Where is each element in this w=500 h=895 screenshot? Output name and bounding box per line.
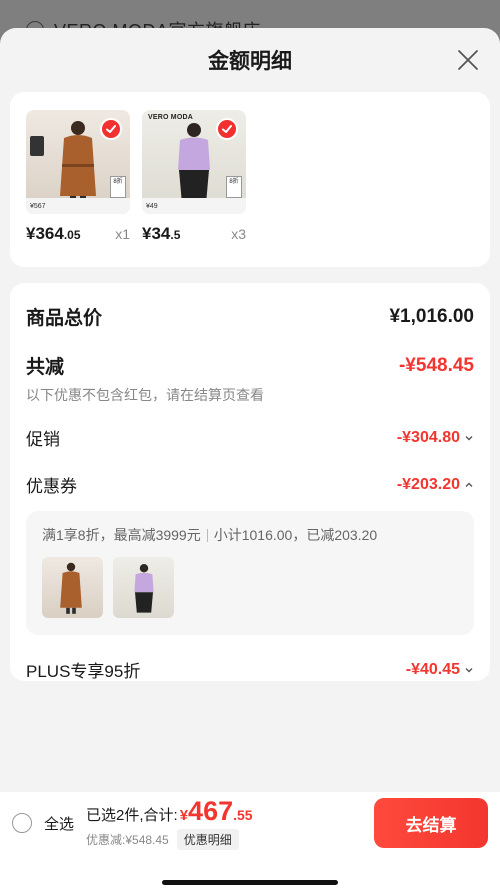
- reduce-note: 以下优惠不包含红包，请在结算页查看: [26, 387, 264, 403]
- check-icon[interactable]: [100, 118, 122, 140]
- sheet-header: 金额明细: [0, 28, 500, 92]
- plus-discount-value: -¥40.45: [406, 661, 474, 679]
- plus-discount-label: PLUS专享95折: [26, 662, 141, 681]
- home-indicator[interactable]: [162, 880, 338, 885]
- total-block: 已选2件,合计: ¥ 467 .55 优惠减:¥548.45 优惠明细: [86, 796, 253, 850]
- promotion-row[interactable]: 促销 -¥304.80: [26, 425, 474, 450]
- chevron-up-icon[interactable]: [464, 480, 474, 490]
- products-card: 8折 ¥567 ¥364.05 x1 VERO MODA 8折 ¥49 ¥34.…: [10, 92, 490, 267]
- coupon-row[interactable]: 优惠券 -¥203.20: [26, 472, 474, 497]
- promotion-label: 促销: [26, 430, 60, 449]
- coupon-subtotal: 小计1016.00，已减203.20: [213, 527, 378, 543]
- product-price-row: ¥364.05 x1: [26, 224, 130, 244]
- coupon-products: [42, 557, 458, 618]
- coat-figure: [60, 121, 96, 206]
- total-amount-decimal: .55: [233, 807, 253, 823]
- product-image: VERO MODA 8折 ¥49: [142, 110, 246, 214]
- select-all-radio[interactable]: [12, 813, 32, 833]
- product-image: 8折 ¥567: [26, 110, 130, 214]
- coupon-label: 优惠券: [26, 477, 77, 496]
- coupon-product-thumb: [113, 557, 174, 618]
- total-currency: ¥: [179, 807, 189, 824]
- product-price: ¥34.5: [142, 224, 181, 243]
- total-reduce-row: 共减 -¥548.45: [26, 352, 474, 379]
- product-qty: x3: [231, 226, 246, 242]
- product-price-row: ¥34.5 x3: [142, 224, 246, 244]
- plus-discount-row[interactable]: PLUS专享95折 -¥40.45: [26, 657, 474, 682]
- coat-figure: [60, 562, 82, 614]
- price-summary-card: 商品总价 ¥1,016.00 共减 -¥548.45 以下优惠不包含红包，请在结…: [10, 283, 490, 681]
- select-all-label[interactable]: 全选: [44, 813, 74, 834]
- price-strip: ¥567: [26, 198, 130, 214]
- strip-price: ¥567: [30, 202, 46, 210]
- discount-line: 优惠减:¥548.45 优惠明细: [86, 829, 253, 850]
- total-reduce-value: -¥548.45: [398, 354, 474, 376]
- product-item[interactable]: VERO MODA 8折 ¥49 ¥34.5 x3: [142, 110, 246, 247]
- selected-text: 已选2件,合计:: [86, 807, 178, 824]
- sheet-title: 金额明细: [208, 50, 292, 73]
- coupon-desc: 满1享8折，最高减3999元 小计1016.00，已减203.20: [42, 525, 458, 545]
- product-qty: x1: [115, 226, 130, 242]
- home-area: [0, 854, 500, 895]
- product-item[interactable]: 8折 ¥567 ¥364.05 x1: [26, 110, 130, 247]
- coupon-detail-box: 满1享8折，最高减3999元 小计1016.00，已减203.20: [26, 511, 474, 635]
- check-icon[interactable]: [216, 118, 238, 140]
- total-line: 已选2件,合计: ¥ 467 .55: [86, 796, 253, 827]
- coupon-rule: 满1享8折，最高减3999元: [42, 527, 201, 543]
- chevron-down-icon[interactable]: [464, 433, 474, 443]
- discount-detail-button[interactable]: 优惠明细: [176, 829, 239, 850]
- checkout-button[interactable]: 去结算: [374, 798, 488, 848]
- checkout-bar: 全选 已选2件,合计: ¥ 467 .55 优惠减:¥548.45 优惠明细 去…: [0, 792, 500, 854]
- total-reduce-label: 共减: [26, 357, 65, 378]
- total-price-label: 商品总价: [26, 308, 103, 329]
- total-price-value: ¥1,016.00: [389, 305, 474, 327]
- product-price: ¥364.05: [26, 224, 81, 243]
- discount-tag: 8折: [226, 176, 242, 198]
- top-figure: [178, 123, 210, 204]
- coupon-product-thumb: [42, 557, 103, 618]
- promotion-value: -¥304.80: [397, 429, 474, 447]
- strip-price: ¥49: [146, 202, 158, 210]
- promo-badge: [30, 136, 44, 156]
- coupon-value: -¥203.20: [397, 476, 474, 494]
- discount-text: 优惠减:¥548.45: [86, 833, 169, 847]
- price-strip: ¥49: [142, 198, 246, 214]
- total-price-row: 商品总价 ¥1,016.00: [26, 303, 474, 330]
- close-icon[interactable]: [456, 48, 480, 72]
- total-amount: 467: [188, 796, 234, 826]
- amount-detail-sheet: 金额明细 8折 ¥567 ¥364.05 x1 VERO MODA 8折 ¥49…: [0, 28, 500, 895]
- discount-tag: 8折: [110, 176, 126, 198]
- chevron-down-icon[interactable]: [464, 665, 474, 675]
- divider: [206, 528, 208, 542]
- top-figure: [134, 564, 154, 613]
